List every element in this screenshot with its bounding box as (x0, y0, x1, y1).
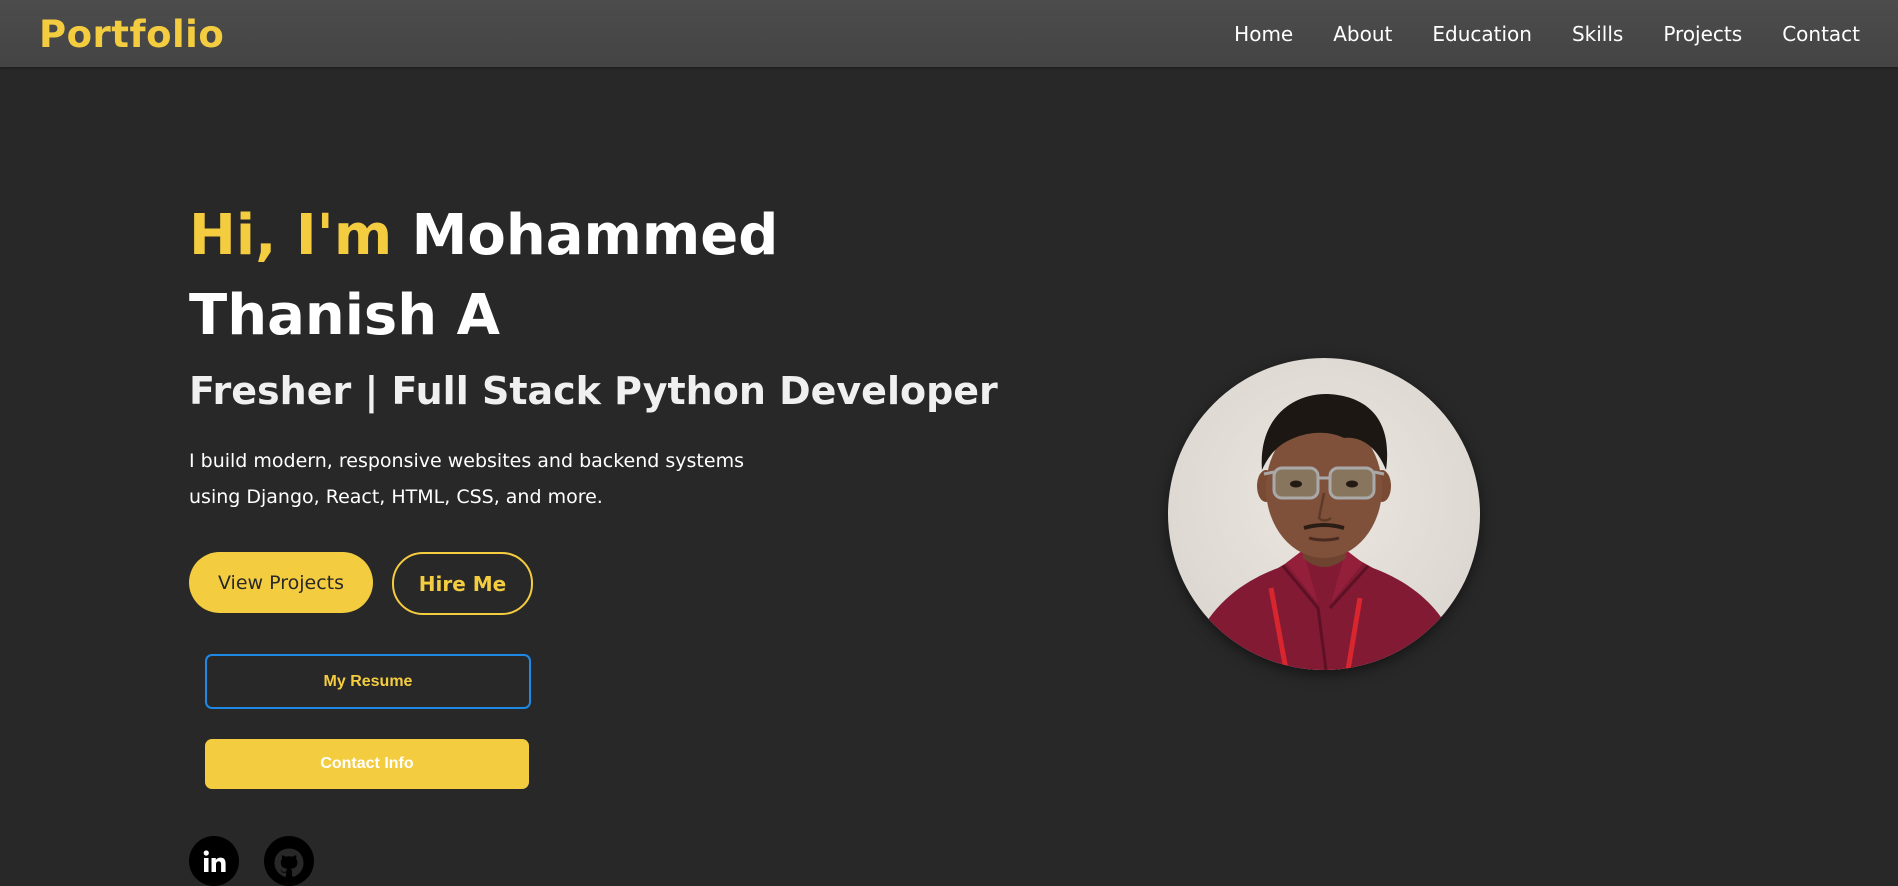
brand-logo[interactable]: Portfolio (39, 13, 224, 56)
navbar: Portfolio Home About Education Skills Pr… (0, 0, 1898, 67)
hire-me-button[interactable]: Hire Me (392, 552, 533, 615)
nav-links: Home About Education Skills Projects Con… (1234, 22, 1860, 46)
nav-link-skills[interactable]: Skills (1572, 22, 1623, 46)
github-icon (274, 848, 304, 877)
nav-link-contact[interactable]: Contact (1782, 22, 1860, 46)
hero-greeting: Hi, I'm (189, 203, 393, 268)
nav-link-about[interactable]: About (1333, 22, 1392, 46)
profile-photo (1168, 358, 1480, 670)
hero-description: I build modern, responsive websites and … (189, 450, 744, 508)
resume-button[interactable]: My Resume (205, 654, 531, 709)
github-link[interactable] (264, 836, 314, 886)
linkedin-link[interactable] (189, 836, 239, 886)
nav-link-home[interactable]: Home (1234, 22, 1293, 46)
contact-info-button[interactable]: Contact Info (205, 739, 529, 789)
hero-role: Fresher | Full Stack Python Developer (189, 369, 998, 413)
view-projects-button[interactable]: View Projects (189, 552, 373, 613)
nav-link-education[interactable]: Education (1432, 22, 1532, 46)
linkedin-icon (203, 850, 226, 872)
profile-photo-illustration (1168, 358, 1480, 670)
hero-title: Hi, I'm Mohammed Thanish A (189, 196, 889, 356)
nav-link-projects[interactable]: Projects (1663, 22, 1742, 46)
